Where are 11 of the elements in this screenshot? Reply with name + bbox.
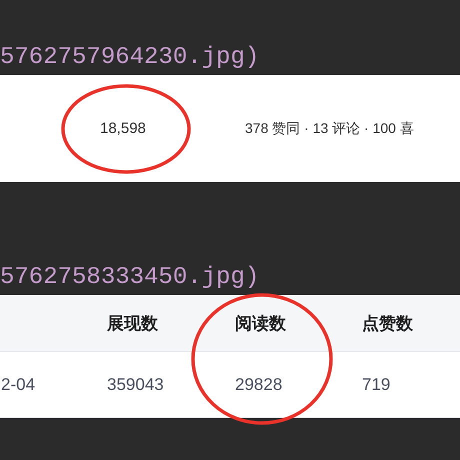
code-text: 5762758333450.jpg) <box>0 264 260 291</box>
table-cell: 359043 <box>107 374 164 394</box>
table-cell: 719 <box>362 374 390 394</box>
table-cell: 2-04 <box>0 374 36 394</box>
view-count: 18,598 <box>100 120 146 137</box>
column-header: 阅读数 <box>235 312 286 334</box>
code-text: 5762757964230.jpg) <box>0 44 260 71</box>
column-header: 点赞数 <box>362 312 413 334</box>
column-header: 展现数 <box>107 312 158 334</box>
table-cell: 29828 <box>235 374 282 394</box>
stats-summary: 378 赞同 · 13 评论 · 100 喜 <box>245 120 415 138</box>
